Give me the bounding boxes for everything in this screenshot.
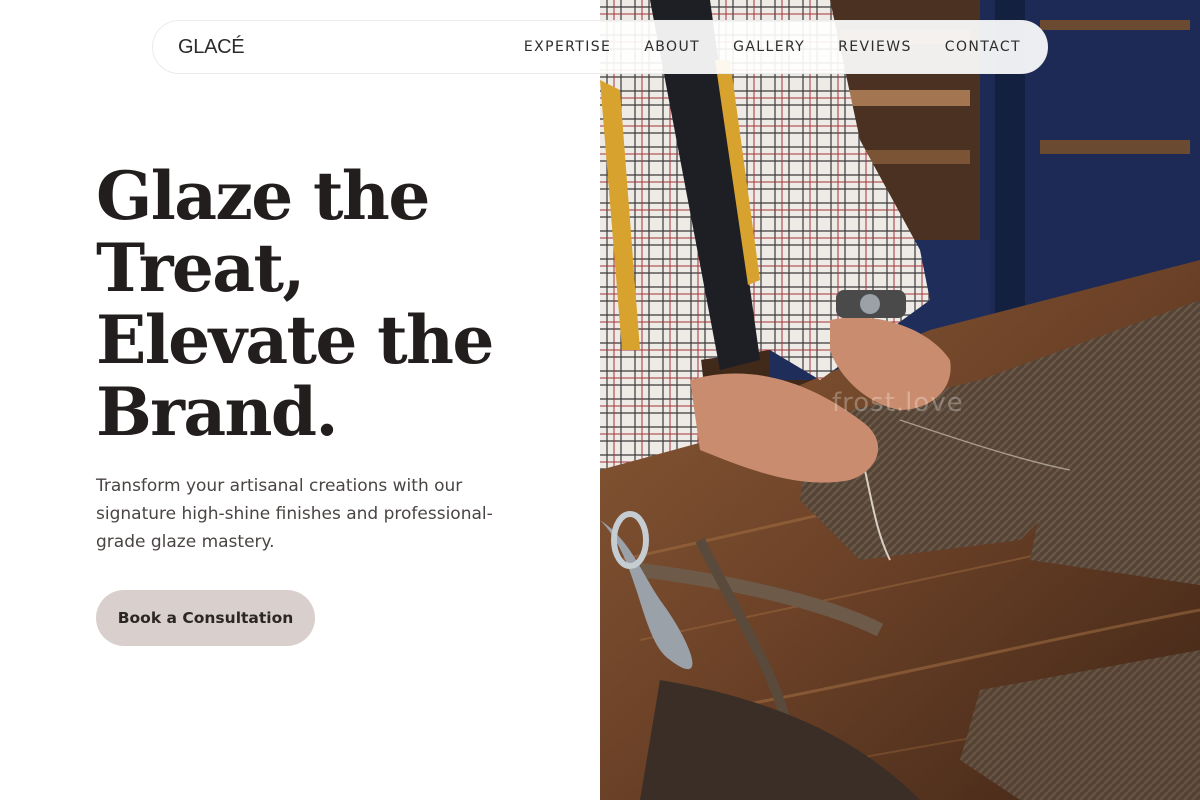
nav-link-contact[interactable]: CONTACT [945, 39, 1021, 55]
nav-item-about: ABOUT [644, 38, 700, 56]
image-watermark: frost.love [832, 388, 964, 418]
hero-section: Glaze the Treat, Elevate the Brand. Tran… [96, 160, 566, 646]
hero-headline: Glaze the Treat, Elevate the Brand. [96, 160, 566, 448]
nav-item-contact: CONTACT [945, 38, 1021, 56]
hero-image: frost.love [600, 0, 1200, 800]
nav-link-about[interactable]: ABOUT [644, 39, 700, 55]
headline-line: Treat, [96, 229, 305, 307]
nav-link-expertise[interactable]: EXPERTISE [524, 39, 611, 55]
brand-logo[interactable]: GLACÉ [178, 36, 245, 59]
nav-item-expertise: EXPERTISE [524, 38, 611, 56]
hero-subtitle: Transform your artisanal creations with … [96, 476, 493, 552]
headline-line: Elevate the [96, 301, 494, 379]
nav-item-reviews: REVIEWS [838, 38, 912, 56]
book-consultation-button[interactable]: Book a Consultation [96, 590, 315, 646]
nav-item-gallery: GALLERY [733, 38, 805, 56]
top-navigation: GLACÉ EXPERTISE ABOUT GALLERY REVIEWS CO… [152, 20, 1048, 74]
nav-links: EXPERTISE ABOUT GALLERY REVIEWS CONTACT [491, 38, 1021, 56]
headline-line: Glaze the [96, 157, 430, 235]
nav-link-reviews[interactable]: REVIEWS [838, 39, 912, 55]
nav-link-gallery[interactable]: GALLERY [733, 39, 805, 55]
headline-line: Brand. [96, 373, 338, 451]
